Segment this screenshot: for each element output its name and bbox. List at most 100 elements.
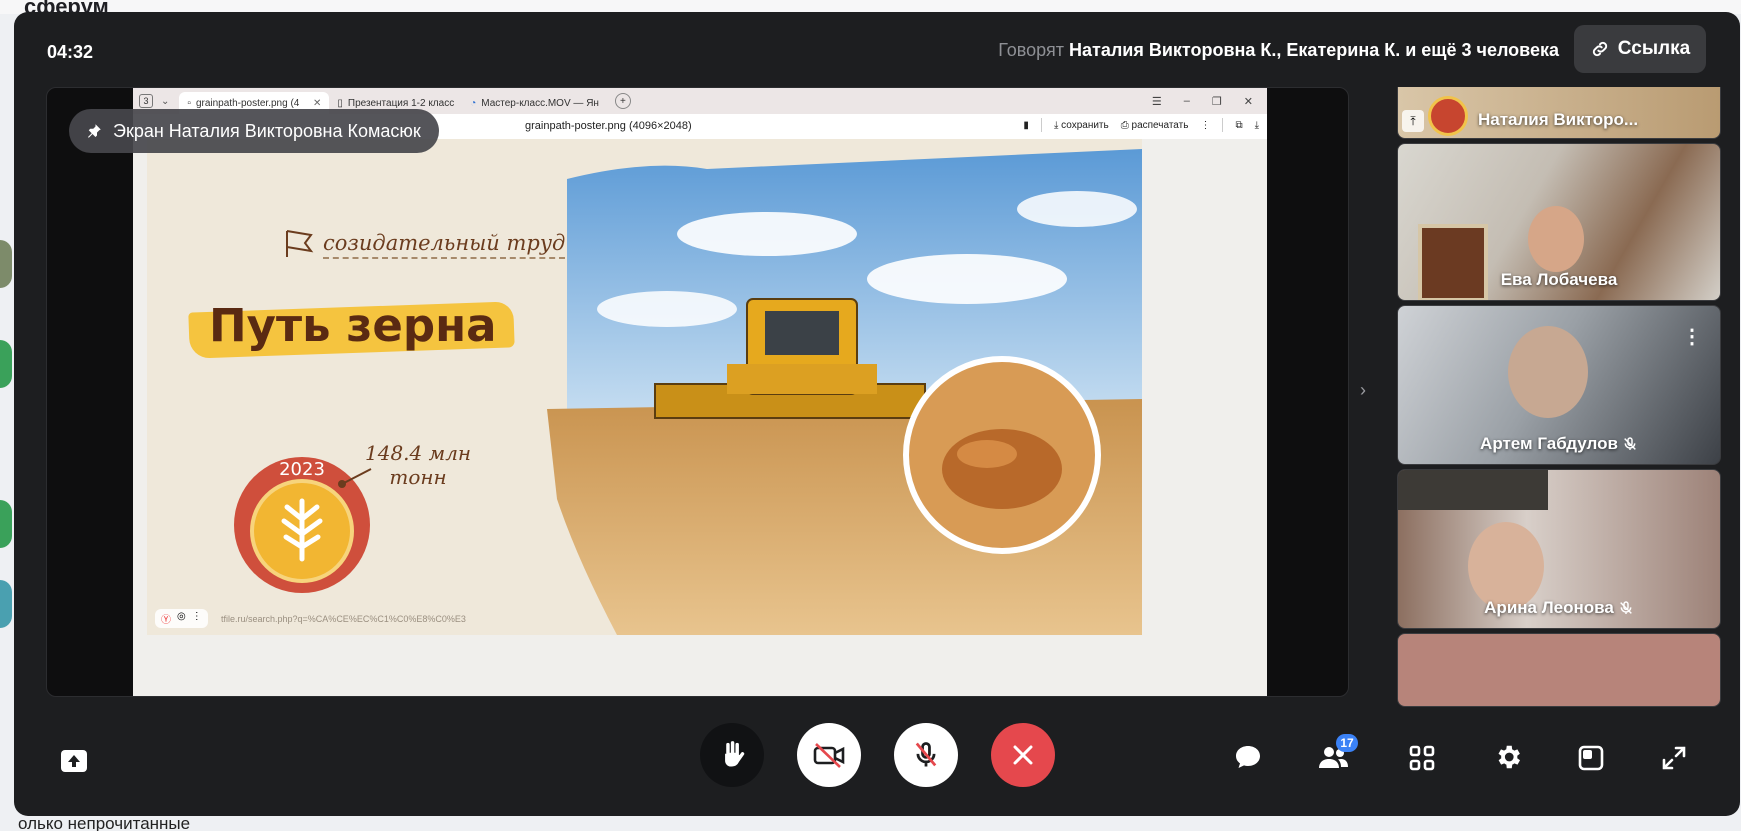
print-label: распечатать	[1131, 119, 1189, 131]
poster-amount: 148.4 млн тонн	[365, 441, 471, 489]
grid-icon	[1409, 745, 1435, 771]
screen-badge-label: Экран Наталия Викторовна Комасюк	[113, 120, 421, 141]
background-filter-label: олько непрочитанные	[18, 814, 191, 831]
poster-tagline: созидательный труд	[323, 231, 566, 259]
minimize-icon: –	[1183, 94, 1190, 107]
poster-image: созидательный труд Путь зерна 2023 148.4…	[147, 139, 1142, 635]
settings-button[interactable]	[1492, 741, 1524, 773]
background-avatar	[0, 240, 12, 288]
close-window-icon: ✕	[1243, 95, 1253, 108]
browser-tab-label: Презентация 1-2 класс	[347, 97, 455, 109]
hand-icon	[725, 741, 745, 767]
participant-name-text: Арина Леонова	[1484, 598, 1614, 617]
expand-icon	[1662, 746, 1686, 770]
viewer-save: ⤓ сохранить	[1053, 119, 1109, 131]
viewer-actions: ▮ ⤓ сохранить ⎙ распечатать ⋮ ⧉ ⤓	[1023, 118, 1259, 132]
download-icon: ⤓	[1254, 119, 1259, 131]
chevron-right-icon[interactable]: ›	[1360, 380, 1366, 401]
shared-browser-window: 3 ⌄ ▫ grainpath-poster.png (4 ✕ ▯ Презен…	[133, 88, 1267, 696]
call-window: 04:32 Говорят Наталия Викторовна К., Ека…	[14, 12, 1740, 816]
camera-icon: ◎	[177, 611, 186, 622]
video-person	[1508, 326, 1588, 418]
pin-icon	[88, 124, 101, 138]
mic-toggle-button[interactable]	[894, 723, 958, 787]
bookmark-icon: ▮	[1023, 119, 1029, 131]
chevron-down-icon: ⌄	[161, 95, 170, 107]
poster-amount-unit: тонн	[389, 465, 447, 489]
poster-illustration	[147, 139, 1142, 635]
viewer-print: ⎙ распечатать	[1120, 119, 1189, 131]
background-avatar	[0, 580, 12, 628]
speakers-names: Наталия Викторовна К., Екатерина К. и ещ…	[1069, 40, 1559, 60]
participant-tile[interactable]	[1397, 633, 1721, 707]
participant-tile[interactable]: ⤒ Наталия Викторо...	[1397, 87, 1721, 139]
copy-link-label: Ссылка	[1617, 38, 1691, 59]
more-icon[interactable]: ⋮	[1682, 324, 1702, 349]
screen-share-icon: ⤒	[1402, 110, 1424, 132]
poster-amount-value: 148.4 млн	[365, 441, 472, 465]
fullscreen-button[interactable]	[1659, 743, 1689, 773]
poster-title: Путь зерна	[209, 299, 497, 352]
upload-icon	[61, 750, 87, 772]
translate-icon: ⧉	[1235, 119, 1243, 131]
chat-icon	[1236, 746, 1260, 768]
layout-grid-button[interactable]	[1407, 743, 1437, 773]
save-label: сохранить	[1061, 119, 1109, 131]
share-screen-button[interactable]	[58, 745, 90, 777]
gear-icon	[1498, 745, 1520, 769]
participant-name: Арина Леонова	[1398, 598, 1720, 618]
background-avatar	[0, 500, 12, 548]
raise-hand-button[interactable]	[700, 723, 764, 787]
avatar	[1428, 96, 1468, 136]
active-speakers: Говорят Наталия Викторовна К., Екатерина…	[998, 40, 1559, 61]
participant-tile[interactable]: Ева Лобачева	[1397, 143, 1721, 301]
more-icon: ⋮	[191, 611, 202, 622]
participant-name: Ева Лобачева	[1500, 270, 1618, 289]
mic-off-icon	[915, 742, 937, 767]
browser-tab: ◔ Мастер-класс.MOV — Ян	[462, 92, 607, 114]
video-person	[1468, 522, 1544, 610]
participant-name-text: Артем Габдулов	[1480, 434, 1618, 453]
status-url: tfile.ru/search.php?q=%CA%CE%EC%C1%C0%E8…	[221, 614, 466, 624]
video-icon: ◔	[470, 97, 477, 109]
more-icon: ⋮	[1200, 119, 1211, 131]
participant-tiles: ⤒ Наталия Викторо... Ева Лобачева ⋮ Арте…	[1397, 87, 1721, 707]
background-avatar	[0, 340, 12, 388]
document-icon: ▯	[337, 97, 343, 109]
video-person	[1528, 206, 1584, 272]
browser-tab-label: Мастер-класс.MOV — Ян	[481, 97, 599, 109]
menu-icon: ☰	[1151, 95, 1162, 108]
mic-muted-icon	[1619, 601, 1632, 614]
close-icon	[1013, 745, 1033, 765]
camera-toggle-button[interactable]	[797, 723, 861, 787]
speakers-prefix: Говорят	[998, 40, 1064, 60]
participants-count-badge: 17	[1336, 734, 1358, 752]
close-icon: ✕	[313, 97, 322, 109]
window-controls: ☰ – ❐ ✕	[1152, 95, 1253, 108]
picture-in-picture-button[interactable]	[1576, 743, 1606, 773]
participant-tile[interactable]: Арина Леонова	[1397, 469, 1721, 629]
video-shelf	[1398, 470, 1548, 510]
restore-icon: ❐	[1211, 95, 1222, 108]
screen-share-stage[interactable]: Экран Наталия Викторовна Комасюк 3 ⌄ ▫ g…	[46, 87, 1349, 697]
address-title: grainpath-poster.png (4096×2048)	[525, 120, 692, 132]
yandex-icon: Ⓨ	[161, 615, 171, 626]
tab-count: 3	[139, 94, 153, 108]
end-call-button[interactable]	[991, 723, 1055, 787]
browser-tab-label: grainpath-poster.png (4	[195, 97, 300, 109]
chat-button[interactable]	[1232, 741, 1264, 773]
new-tab-icon: +	[614, 93, 631, 109]
participant-name: Артем Габдулов	[1398, 434, 1720, 454]
call-timer: 04:32	[47, 42, 94, 62]
link-icon	[1592, 41, 1607, 57]
camera-off-icon	[813, 743, 845, 768]
copy-link-button[interactable]: Ссылка	[1574, 25, 1706, 73]
pip-icon	[1578, 745, 1604, 771]
participant-tile[interactable]: ⋮ Артем Габдулов	[1397, 305, 1721, 465]
viewer-footer: Ⓨ ◎ ⋮ tfile.ru/search.php?q=%CA%CE%EC%C1…	[147, 602, 1142, 635]
mic-muted-icon	[1624, 437, 1636, 450]
poster-year: 2023	[279, 459, 325, 480]
viewer-mini-toolbar: Ⓨ ◎ ⋮	[155, 609, 208, 628]
image-icon: ▫	[187, 97, 191, 109]
pinned-screen-badge[interactable]: Экран Наталия Викторовна Комасюк	[69, 109, 439, 153]
